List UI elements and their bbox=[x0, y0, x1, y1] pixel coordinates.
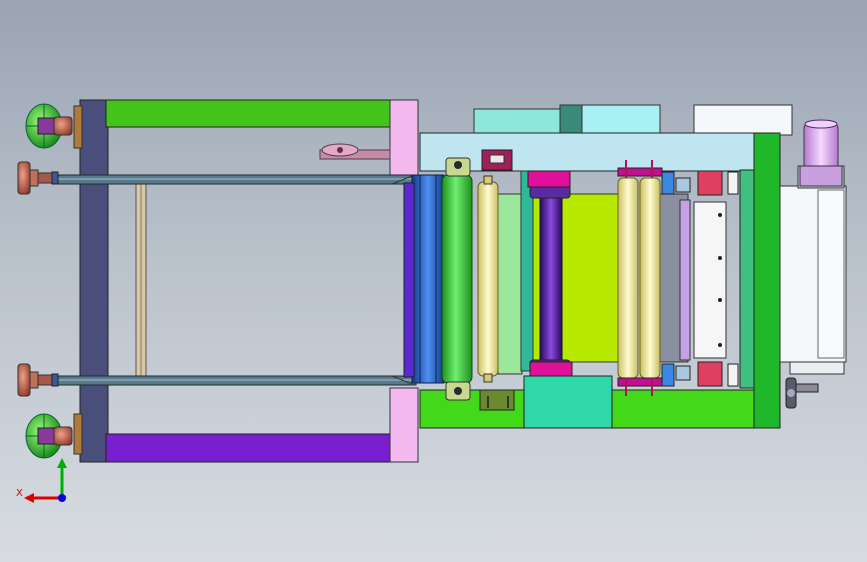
top-cover-teal-block bbox=[559, 104, 583, 136]
bottom-base-green-right bbox=[611, 389, 755, 429]
frame-pink-end-plate-top bbox=[389, 99, 419, 176]
leveling-foot-bottom bbox=[17, 363, 59, 397]
roller-yellow-1 bbox=[477, 175, 499, 383]
motor bbox=[799, 119, 843, 187]
frame-pink-end-plate-bottom bbox=[389, 387, 419, 463]
right-cabinet-inner bbox=[817, 189, 845, 359]
frame-left-post bbox=[79, 99, 109, 463]
post-bracket-top bbox=[73, 105, 83, 149]
leveling-knob-top bbox=[25, 103, 73, 149]
frame-top-beam-green bbox=[105, 99, 392, 128]
post-bracket-bottom bbox=[73, 413, 83, 455]
lever-arm bbox=[319, 143, 391, 160]
right-cabinet-bracket-bottom bbox=[789, 361, 845, 375]
work-area-teal-band bbox=[520, 170, 534, 372]
triad-z-axis bbox=[58, 494, 66, 502]
work-area-lilac-strip bbox=[679, 199, 691, 361]
cad-viewport: X bbox=[16, 99, 847, 503]
roller-yellow-3 bbox=[639, 177, 661, 379]
right-end-plate-green bbox=[753, 132, 781, 429]
top-cover-light-cyan bbox=[581, 104, 661, 136]
leveling-knob-bottom bbox=[25, 413, 73, 459]
frame-bottom-beam-purple bbox=[105, 433, 392, 463]
axis-triad: X bbox=[16, 458, 67, 503]
handwheel bbox=[785, 377, 819, 409]
roller-white-right bbox=[693, 201, 727, 359]
triad-x-label: X bbox=[16, 488, 23, 499]
work-area-light-green bbox=[497, 193, 523, 375]
top-cover-white bbox=[693, 104, 793, 136]
leveling-foot-top bbox=[17, 161, 59, 195]
guide-rails bbox=[55, 174, 417, 386]
top-cover-cyan bbox=[473, 108, 561, 136]
roller-yellow-2 bbox=[617, 177, 639, 379]
bottom-base-teal bbox=[523, 375, 613, 429]
roller-blue bbox=[403, 174, 445, 384]
work-area-yellow-green bbox=[521, 193, 619, 363]
roller-green-main bbox=[441, 157, 473, 401]
